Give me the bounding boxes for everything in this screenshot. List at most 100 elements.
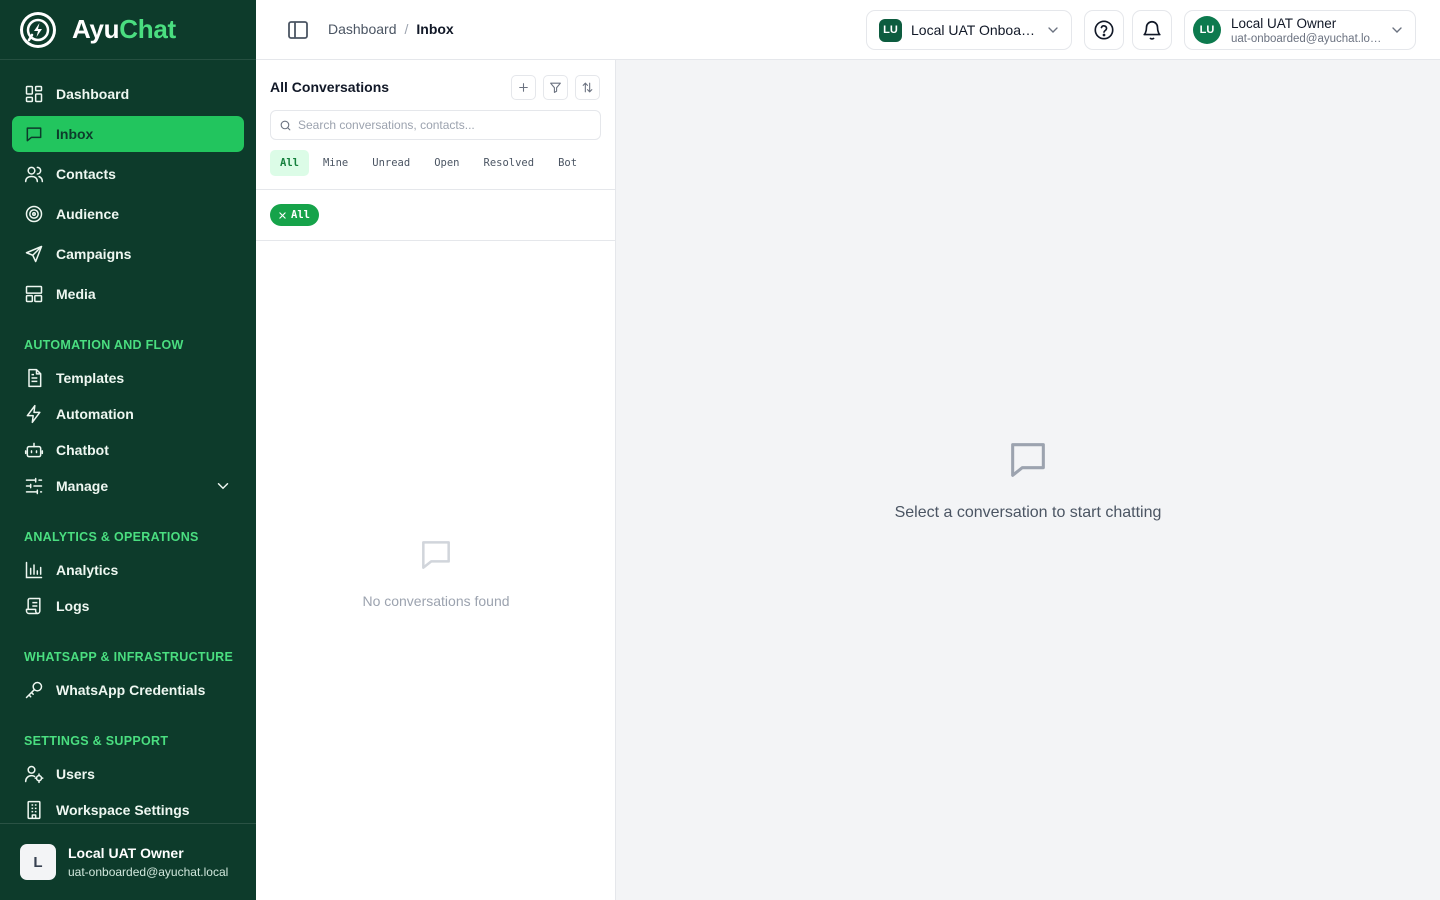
filter-icon xyxy=(550,82,561,93)
avatar: LU xyxy=(1193,16,1221,44)
close-icon[interactable] xyxy=(278,211,287,220)
breadcrumb: Dashboard / Inbox xyxy=(328,21,454,37)
help-icon xyxy=(1094,20,1114,40)
sliders-icon xyxy=(25,477,43,495)
search-input[interactable] xyxy=(298,118,588,132)
sidebar-item-label: Dashboard xyxy=(56,86,130,102)
empty-chat-state: Select a conversation to start chatting xyxy=(616,437,1440,522)
chevron-down-icon xyxy=(1392,27,1402,33)
sidebar-item-whatsapp-credentials[interactable]: WhatsApp Credentials xyxy=(12,672,244,708)
key-icon xyxy=(25,681,43,699)
sidebar-item-templates[interactable]: Templates xyxy=(12,360,244,396)
sidebar-item-label: WhatsApp Credentials xyxy=(56,682,206,698)
notifications-button[interactable] xyxy=(1132,10,1172,50)
user-email: uat-onboarded@ayuchat.local xyxy=(1231,32,1383,45)
breadcrumb-dashboard[interactable]: Dashboard xyxy=(328,21,397,37)
send-icon xyxy=(25,245,43,263)
sidebar-item-chatbot[interactable]: Chatbot xyxy=(12,432,244,468)
bar-chart-icon xyxy=(25,561,43,579)
filter-bot[interactable]: Bot xyxy=(548,150,587,176)
empty-chat-text: Select a conversation to start chatting xyxy=(894,504,1162,521)
sidebar-item-media[interactable]: Media xyxy=(12,276,244,312)
sidebar-item-analytics[interactable]: Analytics xyxy=(12,552,244,588)
sidebar-user-profile[interactable]: L Local UAT Owner uat-onboarded@ayuchat.… xyxy=(0,823,256,900)
footer-user-email: uat-onboarded@ayuchat.local xyxy=(68,865,229,879)
avatar: L xyxy=(20,844,56,880)
breadcrumb-inbox: Inbox xyxy=(416,21,454,37)
sidebar-item-label: Analytics xyxy=(56,562,119,578)
sidebar-item-automation[interactable]: Automation xyxy=(12,396,244,432)
workspace-selector[interactable]: LU Local UAT Onboarded xyxy=(866,10,1072,50)
filter-unread[interactable]: Unread xyxy=(362,150,420,176)
scroll-icon xyxy=(25,597,41,615)
media-icon xyxy=(25,285,43,303)
sidebar-item-label: Audience xyxy=(56,206,120,222)
filter-all[interactable]: All xyxy=(270,150,309,176)
sidebar-item-logs[interactable]: Logs xyxy=(12,588,244,624)
file-text-icon xyxy=(28,368,42,388)
sidebar-item-dashboard[interactable]: Dashboard xyxy=(12,76,244,112)
building-icon xyxy=(27,800,41,820)
new-conversation-button[interactable] xyxy=(511,75,536,100)
chevron-down-icon xyxy=(1048,27,1058,33)
sidebar-item-label: Templates xyxy=(56,370,125,386)
empty-conversations-state: No conversations found xyxy=(256,536,616,609)
filter-button[interactable] xyxy=(543,75,568,100)
sidebar-item-users[interactable]: Users xyxy=(12,756,244,792)
chevron-down-icon[interactable] xyxy=(214,477,232,495)
filter-open[interactable]: Open xyxy=(424,150,469,176)
user-name: Local UAT Owner xyxy=(1231,15,1337,31)
sidebar-item-label: Chatbot xyxy=(56,442,109,458)
sort-icon xyxy=(582,82,593,93)
top-header: Dashboard / Inbox LU Local UAT Onboarded… xyxy=(256,0,1440,60)
sidebar-item-inbox[interactable]: Inbox xyxy=(12,116,244,152)
footer-user-info: Local UAT Owner uat-onboarded@ayuchat.lo… xyxy=(68,845,228,879)
section-label-settings: SETTINGS & SUPPORT xyxy=(24,734,169,748)
divider xyxy=(256,189,616,190)
bell-icon xyxy=(1143,21,1161,40)
sidebar-item-label: Automation xyxy=(56,406,134,422)
footer-user-name: Local UAT Owner xyxy=(68,845,184,861)
sidebar-toggle-icon[interactable] xyxy=(286,18,310,42)
brand-name: AyuChat xyxy=(72,14,176,44)
workspace-name: Local UAT Onboarded xyxy=(911,22,1039,38)
filter-mine[interactable]: Mine xyxy=(313,150,358,176)
workspace-badge: LU xyxy=(879,18,902,42)
zap-icon xyxy=(26,404,41,424)
active-filter-chip[interactable]: All xyxy=(270,204,319,226)
search-icon xyxy=(280,120,291,130)
breadcrumb-separator: / xyxy=(404,21,409,37)
inbox-icon xyxy=(26,127,42,142)
chip-label: All xyxy=(291,209,310,221)
help-button[interactable] xyxy=(1084,10,1124,50)
brand-logo-icon xyxy=(20,11,56,48)
plus-icon xyxy=(519,83,528,92)
section-label-automation: AUTOMATION AND FLOW xyxy=(24,338,184,352)
sidebar-item-audience[interactable]: Audience xyxy=(12,196,244,232)
sidebar-item-label: Inbox xyxy=(56,126,94,142)
sidebar-item-contacts[interactable]: Contacts xyxy=(12,156,244,192)
bot-icon xyxy=(24,442,44,458)
sidebar-item-label: Workspace Settings xyxy=(56,802,190,818)
target-icon xyxy=(25,205,43,223)
user-menu[interactable]: LU Local UAT Owner uat-onboarded@ayuchat… xyxy=(1184,10,1416,50)
conversations-title: All Conversations xyxy=(270,79,390,95)
contacts-icon xyxy=(24,166,44,183)
sidebar: AyuChat Dashboard Inbox Contacts Audienc… xyxy=(0,0,256,900)
brand[interactable]: AyuChat xyxy=(0,0,256,60)
user-cog-icon xyxy=(24,765,44,784)
sort-button[interactable] xyxy=(575,75,600,100)
sidebar-item-campaigns[interactable]: Campaigns xyxy=(12,236,244,272)
conversation-search[interactable] xyxy=(270,110,601,140)
sidebar-item-label: Manage xyxy=(56,478,109,494)
sidebar-item-label: Contacts xyxy=(56,166,116,182)
sidebar-item-label: Users xyxy=(56,766,95,782)
sidebar-item-label: Media xyxy=(56,286,96,302)
sidebar-item-label: Logs xyxy=(56,598,90,614)
user-info: Local UAT Owner uat-onboarded@ayuchat.lo… xyxy=(1231,16,1383,45)
conversation-panel: All Conversations All Mine Unread Open R… xyxy=(256,60,616,900)
section-label-whatsapp: WHATSAPP & INFRASTRUCTURE xyxy=(24,650,234,664)
sidebar-item-manage[interactable]: Manage xyxy=(12,468,244,504)
divider xyxy=(256,240,616,241)
filter-resolved[interactable]: Resolved xyxy=(474,150,545,176)
